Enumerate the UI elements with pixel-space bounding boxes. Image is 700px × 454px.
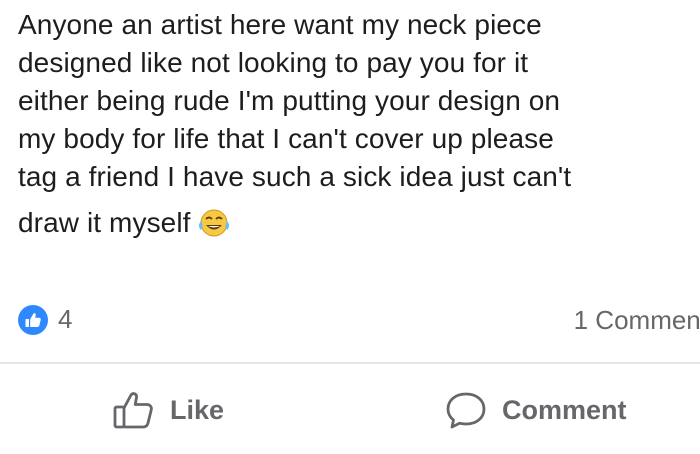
thumbs-up-icon [18,304,48,335]
post-text-line: my body for life that I can't cover up p… [18,123,554,154]
comment-button-label: Comment [502,394,627,425]
post-text-last-line: draw it myself [18,204,688,248]
like-button-label: Like [170,394,225,425]
post-text-line: draw it myself [18,207,191,238]
post-text-line: designed like not looking to pay you for… [18,47,529,78]
post-text-line: either being rude I'm putting your desig… [18,85,561,116]
post-text-line: tag a friend I have such a sick idea jus… [18,161,572,192]
comment-count-link[interactable]: 1 Comment [574,305,700,336]
facebook-post: Anyone an artist here want my neck piece… [0,0,700,454]
thumbs-up-outline-icon [113,392,153,429]
speech-bubble-icon [446,392,486,429]
post-body: Anyone an artist here want my neck piece… [18,6,688,248]
like-button[interactable]: Like [112,390,224,430]
comment-button[interactable]: Comment [444,390,627,430]
post-text-line: Anyone an artist here want my neck piece [18,9,542,40]
reactions-summary[interactable]: 4 [18,304,72,335]
reaction-count: 4 [58,304,73,334]
tears-of-joy-emoji-icon [197,208,231,248]
divider [0,362,700,364]
